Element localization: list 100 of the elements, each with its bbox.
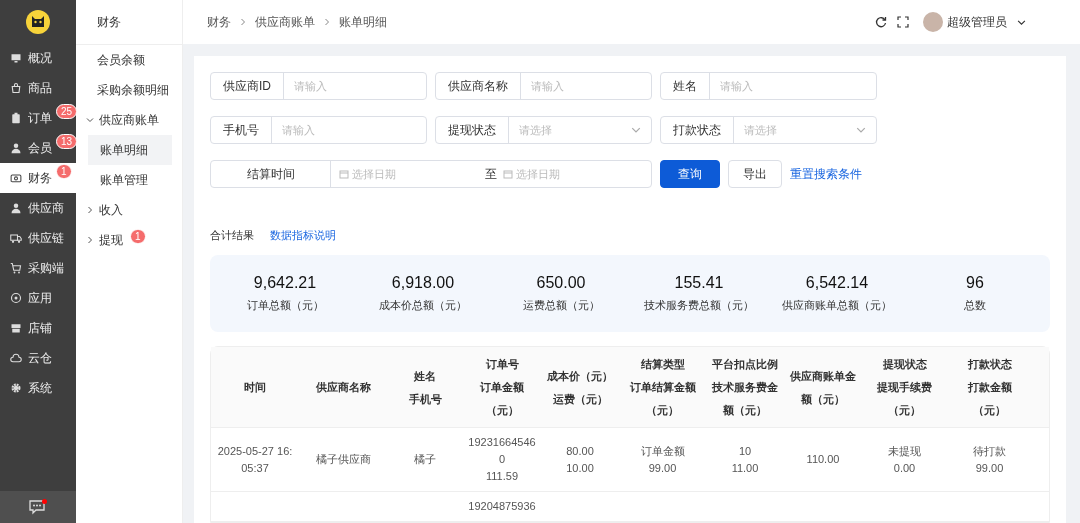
- chevron-icon: [323, 18, 331, 26]
- person-icon: [10, 202, 22, 214]
- count-badge: 1: [130, 228, 146, 244]
- table-cell-text: 19204875936: [467, 499, 537, 514]
- column-header: 额（元）: [723, 403, 767, 418]
- stat-label: 技术服务费总额（元）: [644, 298, 754, 313]
- column-header: 提现状态: [882, 357, 927, 372]
- cat-logo-icon: [26, 10, 50, 34]
- breadcrumb-item[interactable]: 供应商账单: [255, 13, 315, 31]
- stat-label: 成本价总额（元）: [379, 298, 467, 313]
- stat-label: 总数: [964, 298, 986, 313]
- nav-item[interactable]: 财务 1: [0, 163, 76, 193]
- reset-link[interactable]: 重置搜索条件: [790, 165, 862, 183]
- nav-item[interactable]: 系统: [0, 373, 76, 403]
- column-header: 手机号: [408, 391, 442, 407]
- date-range-field[interactable]: 结算时间 选择日期 至 选择日期: [210, 160, 652, 188]
- column-header: 供应商名称: [315, 380, 371, 395]
- nav-item[interactable]: 应用: [0, 283, 76, 313]
- bag-icon: [10, 82, 22, 94]
- input-field[interactable]: 供应商ID 请输入: [210, 72, 427, 100]
- input-field[interactable]: 手机号 请输入: [210, 116, 427, 144]
- submenu-group[interactable]: 收入: [76, 195, 182, 225]
- cart-icon: [10, 262, 22, 274]
- column-header: 时间: [244, 380, 266, 395]
- column-header: （元）: [485, 403, 519, 418]
- column-header: 平台扣点比例: [712, 357, 778, 372]
- table-cell-text: 待打款 99.00: [972, 443, 1007, 476]
- chat-icon[interactable]: [29, 499, 47, 515]
- column-header: （元）: [646, 403, 679, 418]
- nav-item[interactable]: 供应商: [0, 193, 76, 223]
- stat-label: 供应商账单总额（元）: [782, 298, 892, 313]
- fullscreen-icon[interactable]: [897, 16, 909, 28]
- table-cell-text: 橘子: [413, 452, 437, 467]
- breadcrumb-item[interactable]: 账单明细: [339, 13, 387, 31]
- submenu-group[interactable]: 供应商账单: [76, 105, 182, 135]
- nav-item[interactable]: 供应链: [0, 223, 76, 253]
- breadcrumb-item[interactable]: 财务: [207, 13, 231, 31]
- stat-label: 运费总额（元）: [522, 298, 600, 313]
- column-header: 技术服务费金: [712, 380, 778, 395]
- calendar-icon: [503, 169, 513, 179]
- money-icon: [10, 172, 22, 184]
- chevron-icon: [239, 18, 247, 26]
- table-cell-text: 2025-05-27 16: 05:37: [216, 443, 294, 476]
- user-name[interactable]: 超级管理员: [947, 13, 1007, 31]
- column-header: 打款金额: [967, 380, 1012, 395]
- stat-label: 订单总额（元）: [246, 298, 324, 313]
- select-field[interactable]: 提现状态 请选择: [435, 116, 652, 144]
- table-cell-text: 订单金额 99.00: [639, 443, 686, 476]
- nav-item[interactable]: 商品: [0, 73, 76, 103]
- column-header: 运费（元）: [552, 391, 608, 407]
- submenu-title: 财务: [76, 0, 182, 45]
- stat-value: 6,542.14: [805, 274, 869, 292]
- refresh-icon[interactable]: [875, 16, 887, 28]
- monitor-icon: [10, 52, 22, 64]
- nav-item[interactable]: 店铺: [0, 313, 76, 343]
- search-button[interactable]: 查询: [660, 160, 720, 188]
- caret-icon: [856, 125, 866, 135]
- select-field[interactable]: 打款状态 请选择: [660, 116, 877, 144]
- column-header: 订单金额: [480, 380, 524, 395]
- column-header: （元）: [888, 403, 921, 418]
- caret-icon[interactable]: [1017, 17, 1026, 27]
- nav-item[interactable]: 概况: [0, 43, 76, 73]
- table-cell-text: 橘子供应商: [314, 452, 372, 467]
- stat-value: 6,918.00: [391, 274, 455, 292]
- caret-icon: [631, 125, 641, 135]
- count-badge: 13: [56, 134, 78, 149]
- submenu-group[interactable]: 提现 1: [76, 225, 182, 255]
- submenu-item[interactable]: 采购余额明细: [76, 75, 182, 105]
- input-field[interactable]: 供应商名称 请输入: [435, 72, 652, 100]
- chevron-icon: [86, 116, 94, 124]
- column-header: （元）: [973, 403, 1006, 418]
- column-header: 订单号: [485, 357, 519, 372]
- calendar-icon: [339, 169, 349, 179]
- column-header: 提现手续费: [877, 380, 932, 395]
- column-header: 额（元）: [801, 391, 845, 407]
- column-header: 供应商账单金: [790, 368, 856, 384]
- cloud-icon: [10, 352, 22, 364]
- column-header: 打款状态: [967, 357, 1012, 372]
- nav-item[interactable]: 云仓: [0, 343, 76, 373]
- chevron-icon: [86, 206, 94, 214]
- truck-icon: [10, 232, 22, 244]
- submenu-item[interactable]: 账单明细: [88, 135, 172, 165]
- table-cell-text: 110.00: [805, 452, 841, 467]
- submenu-item[interactable]: 账单管理: [88, 165, 172, 195]
- clipboard-icon: [10, 112, 22, 124]
- table-cell-text: 19231664546 0 111.59: [467, 435, 537, 484]
- input-field[interactable]: 姓名 请输入: [660, 72, 877, 100]
- nav-item[interactable]: 采购端: [0, 253, 76, 283]
- person-icon: [10, 142, 22, 154]
- column-header: 成本价（元）: [547, 368, 613, 384]
- export-button[interactable]: 导出: [728, 160, 782, 188]
- submenu-item[interactable]: 会员余额: [76, 45, 182, 75]
- stat-value: 9,642.21: [253, 274, 317, 292]
- section-title: 合计结果: [210, 228, 254, 243]
- table-cell-text: 未提现 0.00: [887, 443, 922, 476]
- count-badge: 1: [56, 164, 72, 179]
- column-header: 订单结算金额: [629, 380, 696, 395]
- help-link[interactable]: 数据指标说明: [270, 228, 336, 243]
- stat-value: 650.00: [536, 274, 586, 292]
- table-cell-text: 80.00 10.00: [565, 443, 595, 476]
